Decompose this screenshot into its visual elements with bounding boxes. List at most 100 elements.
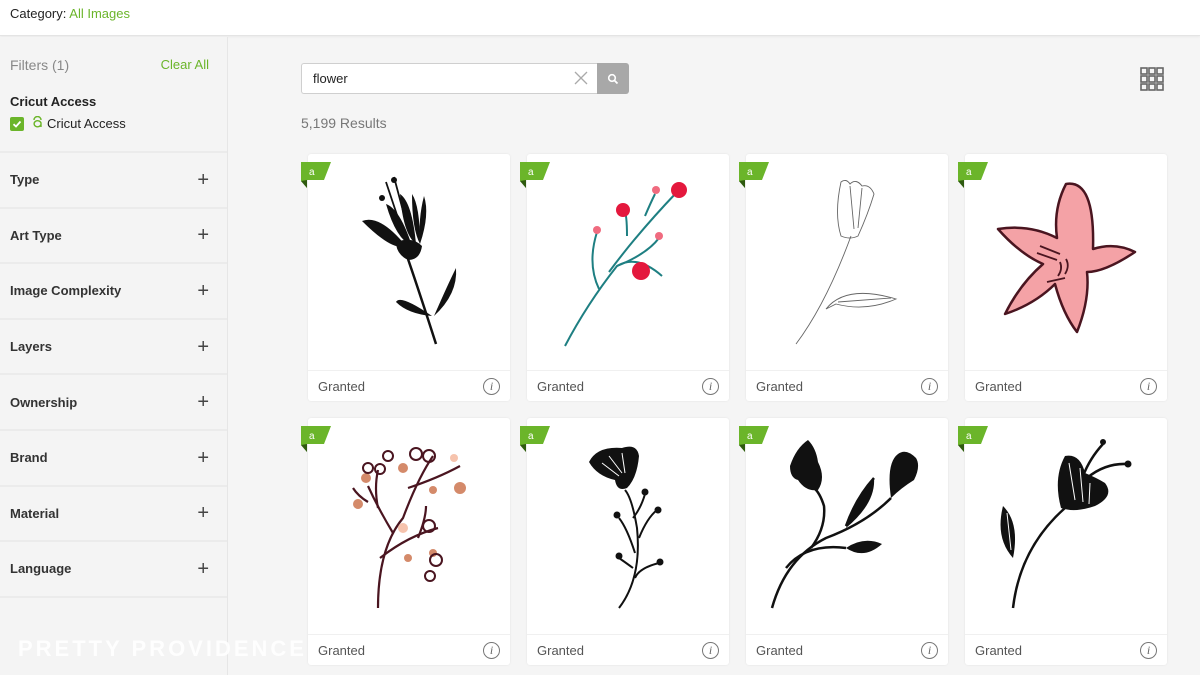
info-icon[interactable]: i [921, 641, 938, 659]
cricut-access-label: Cricut Access [47, 116, 126, 131]
berry-sprig-image [352, 447, 466, 609]
outline-flower-image [795, 179, 898, 345]
svg-text:a: a [966, 167, 972, 178]
svg-text:a: a [747, 167, 753, 178]
filter-label: Material [10, 505, 60, 521]
image-card[interactable]: a Granted i [958, 418, 1167, 665]
access-status: Granted [537, 378, 584, 394]
image-card[interactable]: a Granted i [301, 418, 510, 665]
cricut-access-section-title: Cricut Access [10, 94, 97, 109]
cricut-access-badge: a [958, 162, 988, 188]
cricut-access-badge: a [739, 426, 769, 452]
top-bar: Category: All Images [0, 0, 1200, 36]
filter-type[interactable]: Type + [0, 151, 227, 207]
filter-label: Ownership [10, 394, 78, 410]
black-flower-image [362, 176, 457, 345]
svg-text:a: a [528, 167, 534, 178]
plus-icon[interactable]: + [197, 392, 209, 412]
filter-image-complexity[interactable]: Image Complexity + [0, 262, 227, 318]
filter-label: Brand [10, 450, 48, 466]
filter-label: Art Type [10, 227, 62, 243]
tulip-with-leaf-image [1000, 439, 1132, 609]
filter-brand[interactable]: Brand + [0, 428, 227, 485]
watermark-text: PRETTY PROVIDENCE [18, 636, 307, 661]
plus-icon[interactable]: + [197, 337, 209, 357]
image-card[interactable]: a Granted i [301, 154, 510, 401]
access-status: Granted [756, 378, 803, 394]
cricut-access-checkbox[interactable] [10, 116, 24, 131]
info-icon[interactable]: i [702, 377, 719, 395]
filter-label: Image Complexity [10, 283, 122, 299]
berry-branch-image [564, 182, 687, 347]
card-footer: Granted i [527, 370, 729, 401]
card-footer: Granted i [308, 370, 510, 401]
cricut-access-badge: a [520, 162, 550, 188]
filter-sidebar: Filters (1) Clear All Cricut Access Cric… [0, 37, 228, 675]
card-footer: Granted i [527, 634, 729, 665]
cricut-access-badge: a [301, 162, 331, 188]
filter-ownership[interactable]: Ownership + [0, 373, 227, 429]
filter-label: Language [10, 561, 72, 577]
info-icon[interactable]: i [1140, 377, 1157, 395]
search-input[interactable] [301, 63, 597, 94]
filter-layers[interactable]: Layers + [0, 317, 227, 374]
search-icon [607, 73, 619, 84]
plus-icon[interactable]: + [197, 170, 209, 190]
plus-icon[interactable]: + [197, 559, 209, 579]
card-footer: Granted i [308, 634, 510, 665]
cricut-access-badge: a [301, 426, 331, 452]
access-status: Granted [537, 642, 584, 658]
category-breadcrumb: Category: All Images [10, 6, 130, 21]
plus-icon[interactable]: + [197, 281, 209, 301]
filter-art-type[interactable]: Art Type + [0, 206, 227, 263]
search-button[interactable] [597, 63, 629, 94]
cricut-access-badge: a [739, 162, 769, 188]
filter-label: Layers [10, 339, 52, 355]
cricut-access-filter[interactable]: Cricut Access [10, 115, 126, 131]
grid-view-icon[interactable] [1140, 67, 1164, 91]
filter-list: Type + Art Type + Image Complexity + Layers… [0, 151, 227, 651]
filter-language[interactable]: Language + [0, 540, 227, 596]
svg-text:a: a [309, 167, 315, 178]
info-icon[interactable]: i [1140, 641, 1157, 659]
clear-search-icon[interactable] [573, 70, 589, 86]
cricut-access-icon [32, 115, 43, 131]
results-count: 5,199 Results [301, 115, 387, 131]
image-card[interactable]: a Granted i [739, 418, 948, 665]
svg-text:a: a [309, 431, 315, 442]
access-status: Granted [756, 642, 803, 658]
card-footer: Granted i [965, 370, 1167, 401]
clear-all-button[interactable]: Clear All [161, 57, 209, 72]
card-footer: Granted i [965, 634, 1167, 665]
checkmark-icon [12, 120, 22, 128]
filter-label: Type [10, 172, 40, 188]
access-status: Granted [975, 378, 1022, 394]
card-footer: Granted i [746, 634, 948, 665]
cricut-access-badge: a [520, 426, 550, 452]
access-status: Granted [975, 642, 1022, 658]
pink-flower-image [996, 182, 1137, 334]
svg-text:a: a [747, 431, 753, 442]
plus-icon[interactable]: + [197, 448, 209, 468]
image-card[interactable]: a Granted i [739, 154, 948, 401]
filter-material[interactable]: Material + [0, 484, 227, 541]
flower-sprig-image [589, 446, 664, 609]
search-bar [301, 63, 629, 94]
image-card[interactable]: a Granted i [520, 154, 729, 401]
access-status: Granted [318, 642, 365, 658]
info-icon[interactable]: i [483, 641, 500, 659]
image-card[interactable]: a Granted i [958, 154, 1167, 401]
plus-icon[interactable]: + [197, 503, 209, 523]
info-icon[interactable]: i [702, 641, 719, 659]
info-icon[interactable]: i [483, 377, 500, 395]
two-tulip-branch-image [770, 440, 919, 609]
info-icon[interactable]: i [921, 377, 938, 395]
svg-text:a: a [966, 431, 972, 442]
access-status: Granted [318, 378, 365, 394]
image-card[interactable]: a Granted i [520, 418, 729, 665]
card-footer: Granted i [746, 370, 948, 401]
cricut-access-badge: a [958, 426, 988, 452]
plus-icon[interactable]: + [197, 225, 209, 245]
category-label: Category: [10, 6, 67, 21]
category-value-link[interactable]: All Images [69, 6, 130, 21]
